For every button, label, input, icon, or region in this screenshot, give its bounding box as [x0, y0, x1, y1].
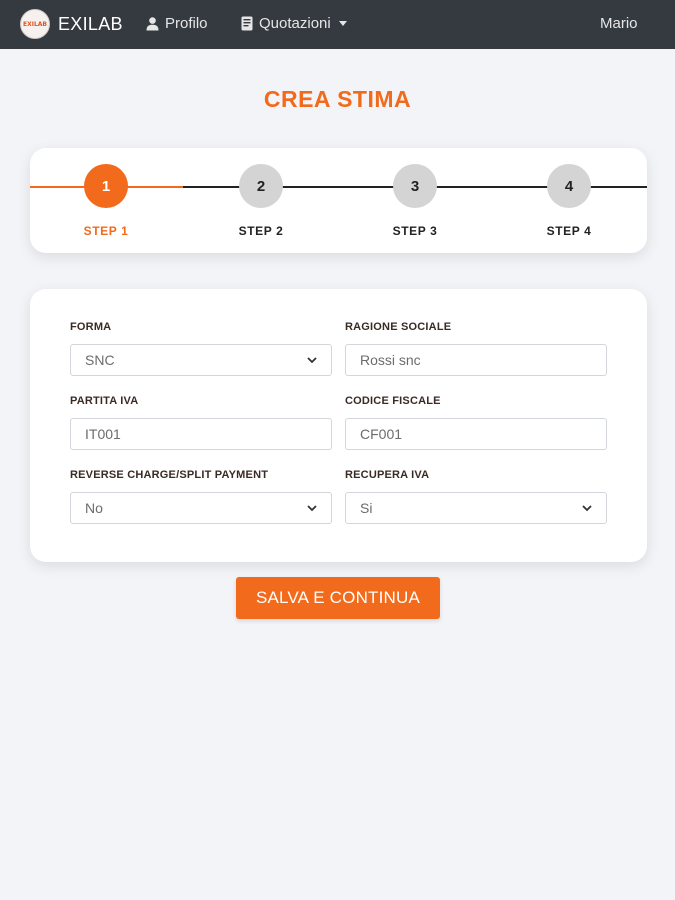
step-2-circle: 2 — [239, 164, 283, 208]
forma-label: FORMA — [70, 321, 112, 333]
reverse-charge-field: REVERSE CHARGE/SPLIT PAYMENT No — [70, 469, 332, 524]
partita-iva-label: PARTITA IVA — [70, 395, 139, 407]
partita-iva-input[interactable]: IT001 — [70, 418, 332, 450]
forma-value: SNC — [85, 352, 115, 368]
ragione-sociale-label: RAGIONE SOCIALE — [345, 321, 452, 333]
recupera-iva-select[interactable]: Si — [345, 492, 607, 524]
step-1-circle: 1 — [84, 164, 128, 208]
user-icon — [146, 16, 159, 31]
chevron-down-icon — [582, 504, 592, 512]
nav-profile-label: Profilo — [165, 15, 208, 32]
nav-quotations-dropdown[interactable]: Quotazioni — [241, 15, 347, 32]
step-4-circle: 4 — [547, 164, 591, 208]
step-4-label: STEP 4 — [546, 224, 592, 238]
brand-link[interactable]: EXILAB EXILAB — [20, 9, 123, 39]
brand-logo: EXILAB — [20, 9, 50, 39]
reverse-charge-label: REVERSE CHARGE/SPLIT PAYMENT — [70, 469, 269, 481]
chevron-down-icon — [307, 356, 317, 364]
partita-iva-value: IT001 — [85, 426, 121, 442]
forma-select[interactable]: SNC — [70, 344, 332, 376]
brand-name: EXILAB — [58, 13, 123, 34]
nav-profile-link[interactable]: Profilo — [146, 15, 208, 32]
codice-fiscale-field: CODICE FISCALE CF001 — [345, 395, 607, 450]
chevron-down-icon — [307, 504, 317, 512]
reverse-charge-value: No — [85, 500, 103, 516]
nav-user-menu[interactable]: Mario — [600, 15, 638, 32]
step-1-label: STEP 1 — [83, 224, 129, 238]
stepper-card: 1 STEP 1 2 STEP 2 3 STEP 3 4 STEP 4 — [30, 148, 647, 253]
recupera-iva-value: Si — [360, 500, 373, 516]
ragione-sociale-value: Rossi snc — [360, 352, 421, 368]
step-2-label: STEP 2 — [238, 224, 284, 238]
step-3[interactable]: 3 STEP 3 — [365, 164, 465, 238]
document-icon — [241, 16, 253, 31]
ragione-sociale-field: RAGIONE SOCIALE Rossi snc — [345, 321, 607, 376]
top-navbar: EXILAB EXILAB Profilo Quotazioni Mario — [0, 0, 675, 49]
company-form-card: FORMA SNC RAGIONE SOCIALE Rossi snc PART… — [30, 289, 647, 562]
recupera-iva-field: RECUPERA IVA Si — [345, 469, 607, 524]
step-2[interactable]: 2 STEP 2 — [211, 164, 311, 238]
nav-quotations-label: Quotazioni — [259, 15, 331, 32]
partita-iva-field: PARTITA IVA IT001 — [70, 395, 332, 450]
codice-fiscale-label: CODICE FISCALE — [345, 395, 441, 407]
step-1[interactable]: 1 STEP 1 — [56, 164, 156, 238]
recupera-iva-label: RECUPERA IVA — [345, 469, 430, 481]
ragione-sociale-input[interactable]: Rossi snc — [345, 344, 607, 376]
user-name: Mario — [600, 15, 638, 32]
step-4[interactable]: 4 STEP 4 — [519, 164, 619, 238]
caret-down-icon — [338, 21, 347, 26]
forma-field: FORMA SNC — [70, 321, 332, 376]
save-continue-button[interactable]: SALVA E CONTINUA — [236, 577, 440, 619]
reverse-charge-select[interactable]: No — [70, 492, 332, 524]
codice-fiscale-value: CF001 — [360, 426, 403, 442]
page-title: CREA STIMA — [263, 86, 412, 112]
step-3-circle: 3 — [393, 164, 437, 208]
codice-fiscale-input[interactable]: CF001 — [345, 418, 607, 450]
brand-logo-text: EXILAB — [23, 20, 47, 28]
step-3-label: STEP 3 — [392, 224, 438, 238]
